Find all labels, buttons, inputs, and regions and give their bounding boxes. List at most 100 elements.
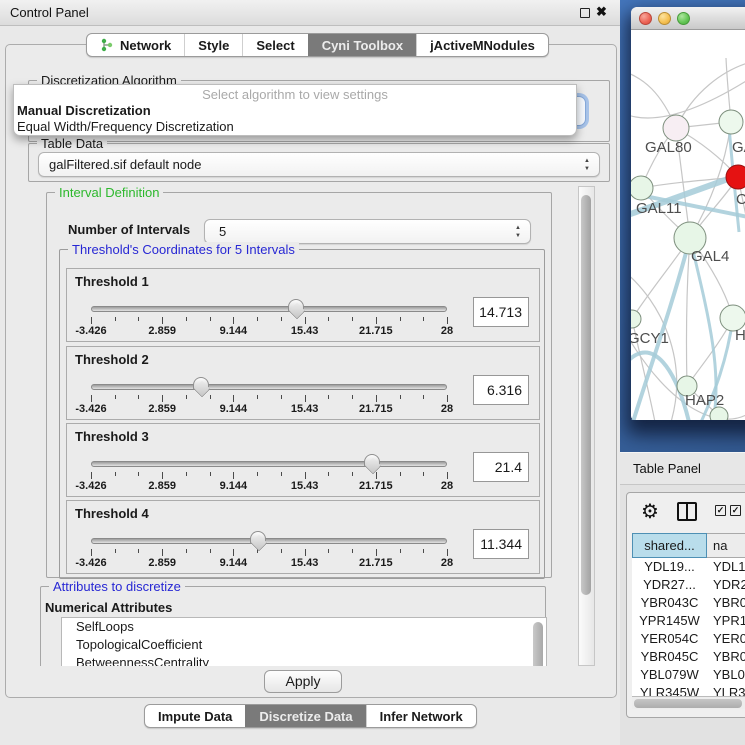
network-node-GCY1[interactable] [631,310,641,328]
threshold-slider[interactable]: -3.4262.8599.14415.4321.71528 [91,535,447,569]
network-node-GAL80[interactable] [663,115,689,141]
tick-mark [233,395,234,402]
cell-shared-name[interactable]: YBL079W [632,666,707,684]
tick-mark [423,472,424,476]
gear-icon[interactable]: ⚙ [641,498,659,526]
slider-thumb[interactable] [364,454,380,467]
apply-button[interactable]: Apply [264,670,342,693]
cell-shared-name[interactable]: YPR145W [632,612,707,630]
attributes-scrollbar[interactable] [533,620,544,666]
panel-scrollbar[interactable] [578,186,595,666]
table-row[interactable]: YLR345WYLR3 [632,684,745,696]
table-row[interactable]: YPR145WYPR1 [632,612,745,630]
slider-track[interactable] [91,306,447,312]
cyni-mode-tabs: Impute Data Discretize Data Infer Networ… [144,704,477,728]
network-edge[interactable] [686,238,690,386]
network-window-titlebar[interactable] [631,7,745,30]
tab-label: Discretize Data [259,709,352,724]
slider-track[interactable] [91,384,447,390]
number-of-intervals-combobox[interactable]: 5 ▲▼ [204,219,531,244]
tab-label: Impute Data [158,709,232,724]
tick-mark [91,472,92,479]
attribute-list-item[interactable]: BetweennessCentrality [62,654,546,666]
slider-tick-marks [91,395,447,403]
network-node-GAL11[interactable] [631,176,653,200]
zoom-traffic-light[interactable] [677,12,690,25]
cell-name[interactable]: YBR0 [707,648,745,666]
network-node-G[interactable] [719,110,743,134]
table-row[interactable]: YBR043CYBR0 [632,594,745,612]
tick-mark [210,472,211,476]
tab-cyni-toolbox[interactable]: Cyni Toolbox [308,34,416,56]
table-row[interactable]: YBL079WYBL0 [632,666,745,684]
tick-mark [328,472,329,476]
numerical-attributes-list[interactable]: SelfLoopsTopologicalCoefficientBetweenne… [61,617,547,666]
cell-shared-name[interactable]: YLR345W [632,684,707,696]
threshold-slider[interactable]: -3.4262.8599.14415.4321.71528 [91,303,447,337]
select-columns-icon[interactable]: ✓ ✓ [715,505,741,516]
tick-mark [305,549,306,556]
cell-name[interactable]: YLR3 [707,684,745,696]
cell-shared-name[interactable]: YDR27... [632,576,707,594]
slider-track[interactable] [91,538,447,544]
cell-name[interactable]: YPR1 [707,612,745,630]
close-icon[interactable]: ✖ [596,4,607,20]
threshold-value-input[interactable]: 11.344 [473,529,529,559]
tab-infer-network[interactable]: Infer Network [366,705,476,727]
scrollbar-thumb[interactable] [634,699,742,708]
tick-mark [447,395,448,402]
tab-impute-data[interactable]: Impute Data [145,705,245,727]
tab-jactivemnodules[interactable]: jActiveMNodules [416,34,548,56]
number-of-intervals-label: Number of Intervals [68,222,190,237]
dropdown-option-manual[interactable]: Manual Discretization [17,103,151,118]
threshold-slider[interactable]: -3.4262.8599.14415.4321.71528 [91,381,447,415]
slider-track[interactable] [91,461,447,467]
column-header-name[interactable]: na [707,533,745,558]
threshold-value-input[interactable]: 21.4 [473,452,529,482]
attribute-list-item[interactable]: TopologicalCoefficient [62,636,546,654]
tab-style[interactable]: Style [184,34,242,56]
table-row[interactable]: YDL19...YDL1 [632,558,745,576]
threshold-value-input[interactable]: 14.713 [473,297,529,327]
tick-mark [328,549,329,553]
cell-name[interactable]: YBL0 [707,666,745,684]
dropdown-option-equal-width[interactable]: Equal Width/Frequency Discretization [17,119,234,134]
threshold-value-input[interactable]: 6.316 [473,375,529,405]
minimize-traffic-light[interactable] [658,12,671,25]
tick-mark [376,317,377,324]
cell-shared-name[interactable]: YBR043C [632,594,707,612]
attribute-list-item[interactable]: SelfLoops [62,618,546,636]
tick-label: 9.144 [220,480,248,492]
table-row[interactable]: YDR27...YDR2 [632,576,745,594]
tab-select[interactable]: Select [242,34,307,56]
float-window-icon[interactable] [580,8,590,18]
scrollbar-thumb[interactable] [533,622,543,666]
cell-name[interactable]: YER0 [707,630,745,648]
column-header-shared[interactable]: shared... [632,533,707,558]
tab-discretize-data[interactable]: Discretize Data [245,705,365,727]
network-canvas[interactable]: GAL80GACGAL11GAL4GCY1HHAP2 [631,30,745,420]
tick-label: 9.144 [220,325,248,337]
table-row[interactable]: YBR045CYBR0 [632,648,745,666]
table-hscrollbar[interactable] [632,696,745,709]
cell-shared-name[interactable]: YDL19... [632,558,707,576]
combobox-value: galFiltered.sif default node [49,153,201,176]
threshold-slider[interactable]: -3.4262.8599.14415.4321.71528 [91,458,447,492]
split-columns-icon[interactable] [677,502,697,521]
slider-thumb[interactable] [250,531,266,544]
stepper-arrows-icon: ▲▼ [582,155,592,175]
close-traffic-light[interactable] [639,12,652,25]
table-data-combobox[interactable]: galFiltered.sif default node ▲▼ [38,152,600,177]
cell-name[interactable]: YDL1 [707,558,745,576]
cell-name[interactable]: YDR2 [707,576,745,594]
tick-label: 21.715 [359,403,393,415]
table-row[interactable]: YER054CYER0 [632,630,745,648]
cell-shared-name[interactable]: YER054C [632,630,707,648]
slider-thumb[interactable] [288,299,304,312]
slider-thumb[interactable] [193,377,209,390]
cell-shared-name[interactable]: YBR045C [632,648,707,666]
cell-name[interactable]: YBR0 [707,594,745,612]
scrollbar-thumb[interactable] [581,195,591,595]
network-node-red[interactable] [726,165,745,189]
tab-network[interactable]: Network [87,34,184,56]
